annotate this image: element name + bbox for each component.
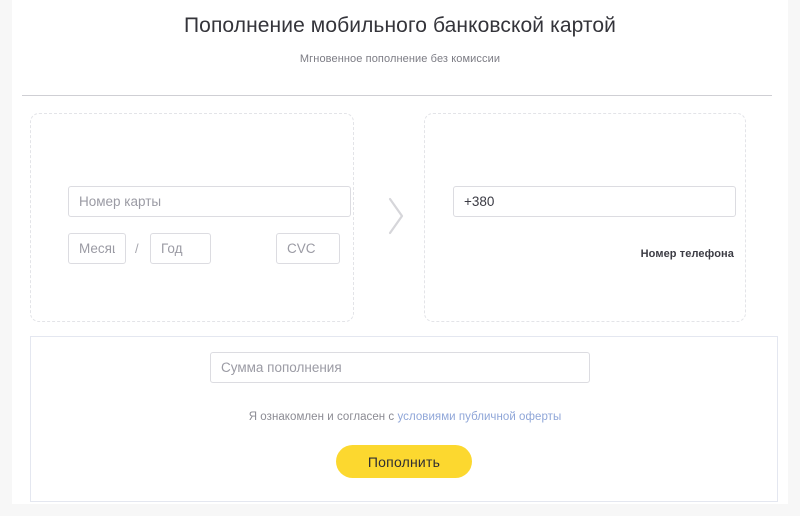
card-expiry-year-input[interactable] <box>150 233 211 264</box>
phone-details-panel: Номер телефона <box>424 113 746 322</box>
card-number-input[interactable] <box>68 186 351 217</box>
chevron-right-icon <box>383 196 409 236</box>
submit-payment-button[interactable]: Пополнить <box>336 445 472 478</box>
consent-text: Я ознакомлен и согласен с условиями публ… <box>31 411 779 423</box>
expiry-separator: / <box>135 241 139 256</box>
header-divider <box>22 95 772 96</box>
page-subtitle: Мгновенное пополнение без комиссии <box>299 53 501 65</box>
consent-prefix: Я ознакомлен и согласен с <box>248 411 398 423</box>
phone-number-label: Номер телефона <box>640 248 734 260</box>
form-header: Пополнение мобильного банковской картой … <box>12 0 788 65</box>
card-details-panel: / <box>30 113 354 322</box>
phone-number-input[interactable] <box>453 186 736 217</box>
page-root: Пополнение мобильного банковской картой … <box>0 0 800 516</box>
amount-and-submit-section: Я ознакомлен и согласен с условиями публ… <box>30 336 778 502</box>
page-title: Пополнение мобильного банковской картой <box>183 14 617 37</box>
payment-form-card: Пополнение мобильного банковской картой … <box>12 0 788 504</box>
amount-input[interactable] <box>210 352 590 383</box>
card-cvc-input[interactable] <box>276 233 340 264</box>
card-expiry-month-input[interactable] <box>68 233 126 264</box>
public-offer-link[interactable]: условиями публичной оферты <box>397 411 561 423</box>
